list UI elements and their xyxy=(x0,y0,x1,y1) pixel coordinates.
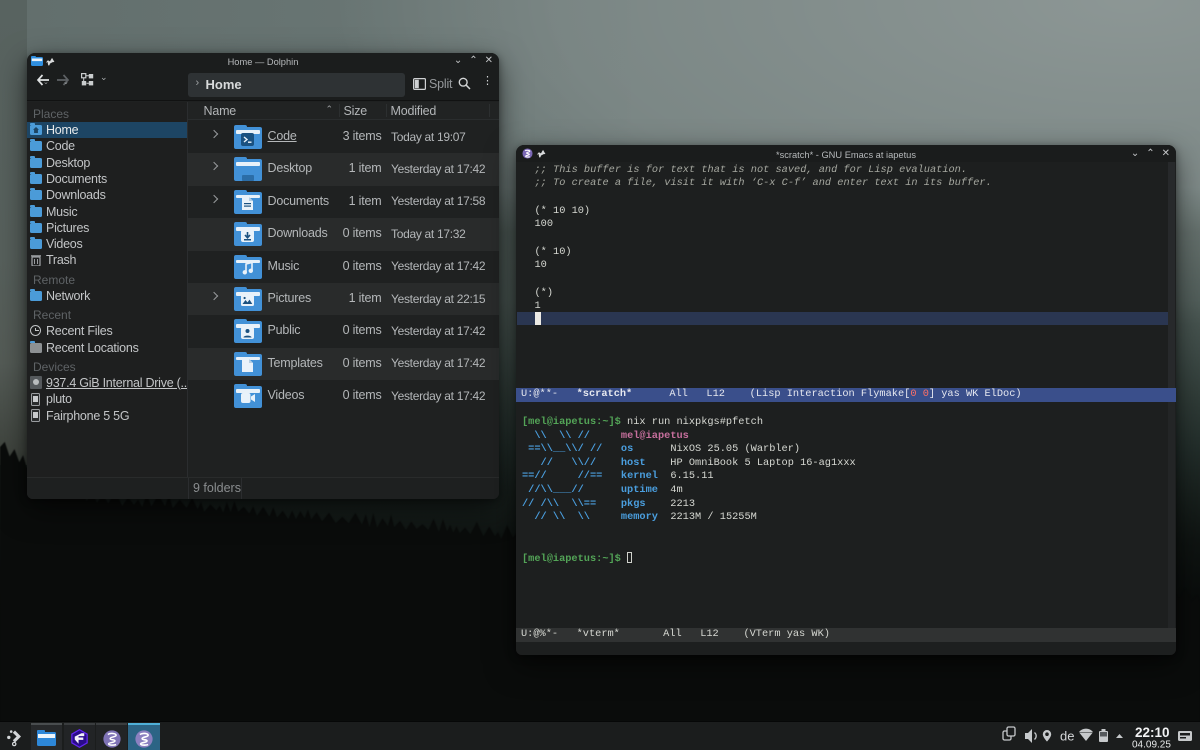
svg-text:22:10: 22:10 xyxy=(1135,725,1170,740)
svg-text:04.09.25: 04.09.25 xyxy=(1132,740,1171,750)
svg-text:de: de xyxy=(1060,729,1074,744)
